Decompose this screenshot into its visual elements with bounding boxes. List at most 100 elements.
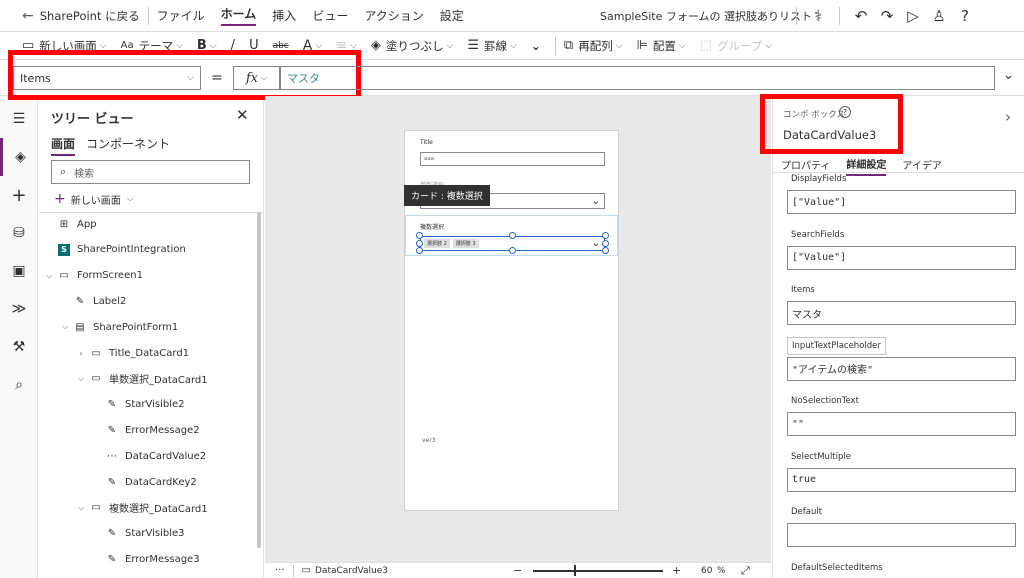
title-field-input[interactable]: aaa <box>420 152 605 166</box>
zoom-in-button[interactable]: + <box>672 564 681 577</box>
tree-item[interactable]: S SharePointIntegration <box>44 240 186 260</box>
new-screen-link[interactable]: + 新しい画面 ⌵ <box>54 191 134 207</box>
insert-plus-icon[interactable]: + <box>0 176 38 214</box>
align-button[interactable]: ⊫ 配置 ⌵ <box>637 38 686 54</box>
field-input[interactable] <box>787 523 1016 547</box>
help-circle-icon[interactable]: ? <box>839 106 851 118</box>
border-button[interactable]: ☰ 罫線 ⌵ <box>467 38 516 54</box>
tree-item[interactable]: ✎ ErrorMessage2 <box>92 420 200 440</box>
chevron-down-icon: ⌵ <box>678 40 686 51</box>
app-checker-icon[interactable]: ⚕ <box>805 7 831 25</box>
tree-item-label: FormScreen1 <box>77 270 143 282</box>
resize-handle[interactable] <box>416 232 423 239</box>
field-value: ["Value"] <box>792 196 847 208</box>
resize-handle[interactable] <box>416 240 423 247</box>
app-icon: ⊞ <box>59 218 69 230</box>
fit-to-window-icon[interactable]: ⤢ <box>741 564 750 578</box>
zoom-out-button[interactable]: − <box>513 564 522 577</box>
property-selector[interactable]: Items ⌵ <box>13 66 201 90</box>
field-input[interactable]: true <box>787 467 1016 492</box>
close-icon[interactable]: ✕ <box>236 106 249 124</box>
chevron-down-icon[interactable]: ⌵ <box>76 374 86 384</box>
hamburger-menu-icon[interactable]: ☰ <box>0 100 38 138</box>
undo-icon[interactable]: ↶ <box>848 7 874 25</box>
tree-item[interactable]: ⌵ ▤ SharePointForm1 <box>60 317 178 337</box>
tab-components[interactable]: コンポーネント <box>86 135 170 152</box>
tree-item[interactable]: ✎ ErrorMessage3 <box>92 549 200 569</box>
menu-file[interactable]: ファイル <box>157 7 205 24</box>
control-name[interactable]: DataCardValue3 <box>783 128 876 142</box>
label-icon: ✎ <box>107 476 117 488</box>
selected-chip[interactable]: 選択肢 2 <box>424 239 450 248</box>
new-screen-label: 新しい画面 <box>70 195 121 207</box>
redo-icon[interactable]: ↷ <box>874 7 900 25</box>
media-icon[interactable]: ▣ <box>0 252 38 290</box>
tree-scrollbar[interactable] <box>257 212 261 548</box>
back-label: SharePoint に戻る <box>39 8 140 23</box>
field-input[interactable]: "アイテムの検索" <box>787 356 1016 381</box>
tree-item[interactable]: ⌵ ▭ 単数選択_DataCard1 <box>76 369 208 389</box>
advanced-tools-icon[interactable]: ⚒ <box>0 328 38 366</box>
power-automate-icon[interactable]: ≫ <box>0 290 38 328</box>
divider <box>554 36 556 55</box>
field-input[interactable]: "" <box>787 412 1016 436</box>
fx-button[interactable]: fx ⌵ <box>233 66 280 90</box>
menu-view[interactable]: ビュー <box>312 7 348 24</box>
tree-item[interactable]: ⋯ DataCardValue2 <box>92 446 206 466</box>
chevron-right-icon[interactable]: › <box>1005 108 1011 126</box>
field-input[interactable]: ["Value"] <box>787 190 1016 214</box>
chevron-down-icon: ⌵ <box>99 40 107 51</box>
field-input[interactable]: マスタ <box>787 301 1016 325</box>
resize-handle[interactable] <box>509 247 516 254</box>
tab-screens[interactable]: 画面 <box>51 135 76 156</box>
strikethrough-button[interactable]: abc <box>273 41 289 51</box>
menu-insert[interactable]: 挿入 <box>272 7 296 24</box>
zoom-slider[interactable] <box>533 570 663 572</box>
tree-item[interactable]: › ▭ Title_DataCard1 <box>76 343 189 363</box>
tree-item[interactable]: ✎ StarVisible2 <box>92 395 185 415</box>
menu-home[interactable]: ホーム <box>220 5 257 26</box>
search-icon[interactable]: ⌕ <box>0 366 38 404</box>
border-label: 罫線 <box>484 38 508 53</box>
tree-item-label: DataCardValue2 <box>125 450 207 462</box>
fill-button[interactable]: ◈ 塗りつぶし ⌵ <box>371 38 453 54</box>
resize-handle[interactable] <box>416 247 423 254</box>
field-input[interactable]: ["Value"] <box>787 245 1016 270</box>
more-button[interactable]: ⌄ <box>531 39 541 53</box>
selected-chip[interactable]: 選択肢 3 <box>452 239 479 248</box>
chevron-right-icon[interactable]: › <box>76 349 86 358</box>
group-button[interactable]: ⬚ グループ ⌵ <box>700 38 772 54</box>
properties-pane: コンボ ボックス ? DataCardValue3 › プロパティ 詳細設定 ア… <box>760 94 1024 578</box>
tree-item[interactable]: ⌵ ▭ 複数選択_DataCard1 <box>76 498 208 518</box>
more-options-icon[interactable]: ··· <box>275 565 285 576</box>
search-input[interactable]: ⌕ 検索 <box>51 160 250 184</box>
menu-action[interactable]: アクション <box>364 7 423 24</box>
data-cylinder-icon[interactable]: ⛁ <box>0 214 38 252</box>
left-rail: ☰ ◈ + ⛁ ▣ ≫ ⚒ ⌕ <box>0 100 38 578</box>
chevron-down-icon[interactable]: ⌵ <box>76 503 86 513</box>
tree-item[interactable]: ✎ Label2 <box>60 291 127 311</box>
tab-advanced[interactable]: 詳細設定 <box>846 156 887 176</box>
app-screen[interactable]: Title aaa 単数選択 ⌄ カード : 複数選択 複数選択 選択肢 2 選… <box>404 130 619 511</box>
resize-handle[interactable] <box>602 247 609 254</box>
expand-formula-icon[interactable]: ⌄ <box>1003 68 1014 83</box>
formula-input[interactable]: マスタ <box>280 66 995 90</box>
tree-item[interactable]: ⌵ ▭ FormScreen1 <box>44 266 143 286</box>
resize-handle[interactable] <box>602 240 609 247</box>
chevron-down-icon[interactable]: ⌵ <box>44 271 54 281</box>
zoom-slider-thumb[interactable] <box>574 565 576 576</box>
back-link[interactable]: ← SharePoint に戻る <box>22 8 140 24</box>
layers-icon[interactable]: ◈ <box>0 138 38 176</box>
help-icon[interactable]: ? <box>952 7 978 25</box>
tree-item[interactable]: ⊞ App <box>44 214 97 234</box>
tree-item[interactable]: ✎ StarVisible3 <box>92 524 185 544</box>
resize-handle[interactable] <box>509 232 516 239</box>
tabs-divider <box>773 172 1024 173</box>
user-icon[interactable]: ♙ <box>926 7 952 25</box>
play-icon[interactable]: ▷ <box>900 7 926 25</box>
chevron-down-icon[interactable]: ⌵ <box>60 322 70 332</box>
reorder-button[interactable]: ⧉ 再配列 ⌵ <box>564 38 623 54</box>
menu-settings[interactable]: 設定 <box>440 7 464 24</box>
tree-item[interactable]: ✎ DataCardKey2 <box>92 472 197 492</box>
resize-handle[interactable] <box>602 232 609 239</box>
